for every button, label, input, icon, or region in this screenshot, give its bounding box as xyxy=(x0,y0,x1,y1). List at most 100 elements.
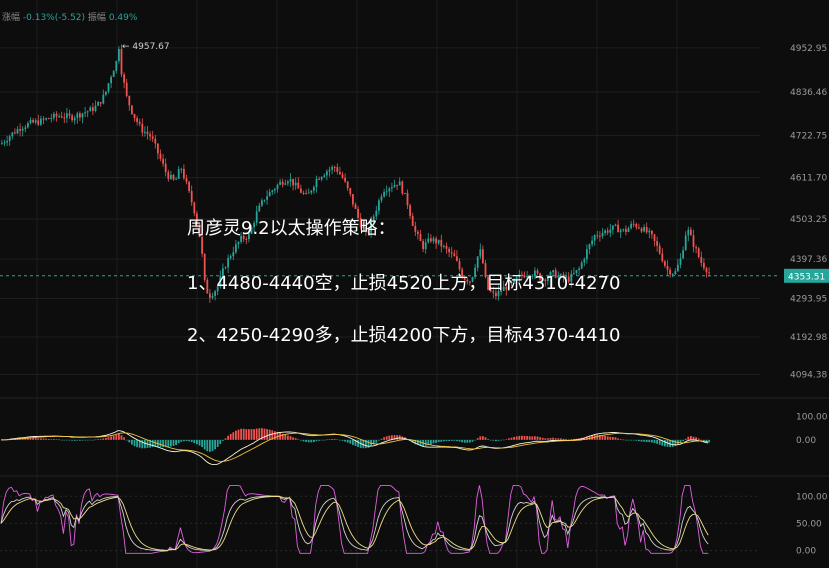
candle-body xyxy=(396,184,398,186)
candle-body xyxy=(190,190,193,203)
candle-body xyxy=(612,225,614,230)
candle-body xyxy=(591,240,593,245)
strategy-line-2: 2、4250-4290多，止损4200下方，目标4370-4410 xyxy=(187,325,621,346)
candle-body xyxy=(638,227,640,229)
macd-histogram-bar xyxy=(331,438,333,440)
macd-histogram-bar xyxy=(63,439,66,441)
macd-histogram-bar xyxy=(323,439,326,441)
macd-histogram-bar xyxy=(539,437,541,440)
macd-histogram-bar xyxy=(107,437,110,440)
macd-histogram-bar xyxy=(640,439,643,442)
macd-histogram-bar xyxy=(695,437,697,440)
candle-body xyxy=(593,235,596,241)
candle-body xyxy=(445,245,448,249)
candle-body xyxy=(622,229,625,231)
candle-body xyxy=(118,49,120,62)
candle-body xyxy=(346,181,349,189)
candle-body xyxy=(601,233,604,237)
macd-histogram-bar xyxy=(430,439,432,445)
macd-histogram-bar xyxy=(125,439,128,441)
candle-body xyxy=(68,113,71,116)
candle-body xyxy=(703,262,705,269)
macd-histogram-bar xyxy=(453,439,456,441)
candle-body xyxy=(404,192,406,194)
candle-body xyxy=(276,184,279,190)
macd-histogram-bar xyxy=(487,438,489,440)
strategy-title: 周彦灵9.2以太操作策略： xyxy=(187,218,396,239)
candle-body xyxy=(131,105,133,114)
macd-histogram-bar xyxy=(258,428,261,440)
macd-histogram-bar xyxy=(534,436,536,440)
macd-histogram-bar xyxy=(37,438,40,440)
candle-body xyxy=(149,134,151,137)
candle-body xyxy=(596,235,599,237)
macd-histogram-bar xyxy=(86,439,89,441)
candle-body xyxy=(154,138,157,144)
macd-histogram-bar xyxy=(240,428,242,440)
macd-histogram-bar xyxy=(297,439,300,440)
kdj-d-line xyxy=(0,495,709,551)
macd-histogram-bar xyxy=(313,439,315,443)
candle-body xyxy=(92,107,94,111)
candle-body xyxy=(648,230,651,233)
candle-body xyxy=(705,268,708,273)
macd-histogram-bar xyxy=(120,435,123,440)
candle-body xyxy=(79,113,81,118)
macd-histogram-bar xyxy=(440,439,443,442)
macd-histogram-bar xyxy=(180,439,183,442)
candle-body xyxy=(632,223,635,225)
candle-body xyxy=(232,252,235,257)
candle-body xyxy=(58,116,60,118)
macd-histogram-bar xyxy=(549,438,552,440)
candle-body xyxy=(229,256,232,259)
macd-histogram-bar xyxy=(653,439,656,444)
macd-panel xyxy=(1,428,710,466)
macd-histogram-bar xyxy=(79,439,81,441)
macd-histogram-bar xyxy=(508,438,510,440)
amplitude-label: 振幅 xyxy=(87,13,106,23)
macd-histogram-bar xyxy=(274,431,276,440)
macd-histogram-bar xyxy=(115,434,118,440)
macd-histogram-bar xyxy=(456,439,458,441)
candle-body xyxy=(281,181,284,185)
macd-histogram-bar xyxy=(198,439,201,446)
macd-histogram-bar xyxy=(479,436,482,440)
candle-body xyxy=(211,295,214,298)
candle-body xyxy=(409,205,411,216)
candle-body xyxy=(627,228,630,232)
macd-histogram-bar xyxy=(437,439,440,442)
candle-body xyxy=(692,235,695,248)
candle-body xyxy=(333,167,336,169)
candle-body xyxy=(86,111,89,113)
price-axis: 4952.95 4836.46 4722.75 4611.70 4503.25 4397.… xyxy=(122,42,829,557)
candle-body xyxy=(609,229,612,233)
candle-body xyxy=(50,117,53,119)
candle-body xyxy=(604,230,606,234)
candle-body xyxy=(310,190,313,193)
candle-body xyxy=(401,181,404,194)
macd-histogram-bar xyxy=(614,437,617,440)
candle-body xyxy=(580,262,583,269)
change-value: -0.13%(-5.52) xyxy=(22,13,86,23)
macd-histogram-bar xyxy=(66,439,68,441)
macd-histogram-bar xyxy=(284,434,287,440)
macd-histogram-bar xyxy=(344,439,346,442)
macd-histogram-bar xyxy=(315,439,318,442)
macd-histogram-bar xyxy=(541,437,544,440)
macd-histogram-bar xyxy=(328,439,331,440)
macd-histogram-bar xyxy=(144,439,146,449)
candle-body xyxy=(188,181,190,191)
macd-histogram-bar xyxy=(523,435,526,440)
candle-body xyxy=(209,293,211,298)
macd-histogram-bar xyxy=(68,439,71,441)
candle-body xyxy=(112,71,115,77)
kdj-tick-label: 50.00 xyxy=(796,519,822,529)
candle-body xyxy=(326,171,328,176)
macd-histogram-bar xyxy=(443,439,445,442)
macd-histogram-bar xyxy=(346,439,349,443)
candle-body xyxy=(684,235,687,251)
candle-body xyxy=(606,230,609,233)
macd-histogram-bar xyxy=(700,439,703,441)
macd-histogram-bar xyxy=(196,439,198,445)
macd-histogram-bar xyxy=(378,439,380,441)
